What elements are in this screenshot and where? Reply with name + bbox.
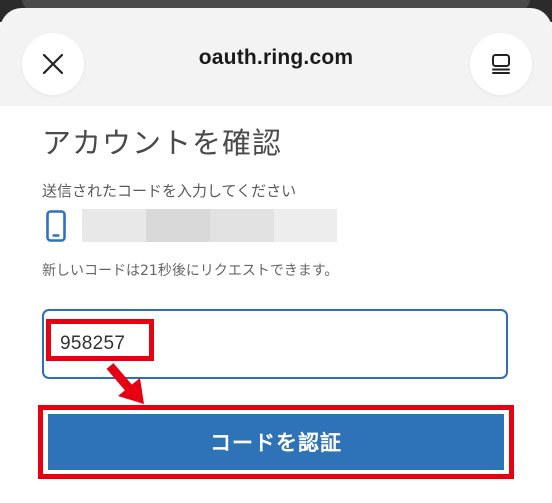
annotation-highlight-code xyxy=(46,319,154,361)
instruction-text: 送信されたコードを入力してください xyxy=(42,182,297,200)
page-title: アカウントを確認 xyxy=(42,126,283,160)
masked-phone-number xyxy=(274,209,337,242)
site-title: oauth.ring.com xyxy=(198,46,354,69)
close-button[interactable] xyxy=(22,33,84,95)
masked-phone-number xyxy=(210,209,274,242)
close-icon xyxy=(42,53,64,75)
browser-header: oauth.ring.com xyxy=(0,8,552,106)
smartphone-icon xyxy=(46,210,66,242)
tabs-menu-button[interactable] xyxy=(470,33,532,95)
resend-timer-note: 新しいコードは21秒後にリクエストできます。 xyxy=(42,263,339,279)
verification-form: アカウントを確認 送信されたコードを入力してください 新しいコードは21秒後にリ… xyxy=(0,106,552,503)
browser-sheet: oauth.ring.com アカウントを確認 送信されたコードを入力してくださ… xyxy=(0,0,552,503)
masked-phone-number xyxy=(146,209,210,242)
verify-code-button[interactable]: コードを認証 xyxy=(48,414,504,470)
tabs-menu-icon xyxy=(492,54,510,74)
masked-phone-number xyxy=(82,209,146,242)
